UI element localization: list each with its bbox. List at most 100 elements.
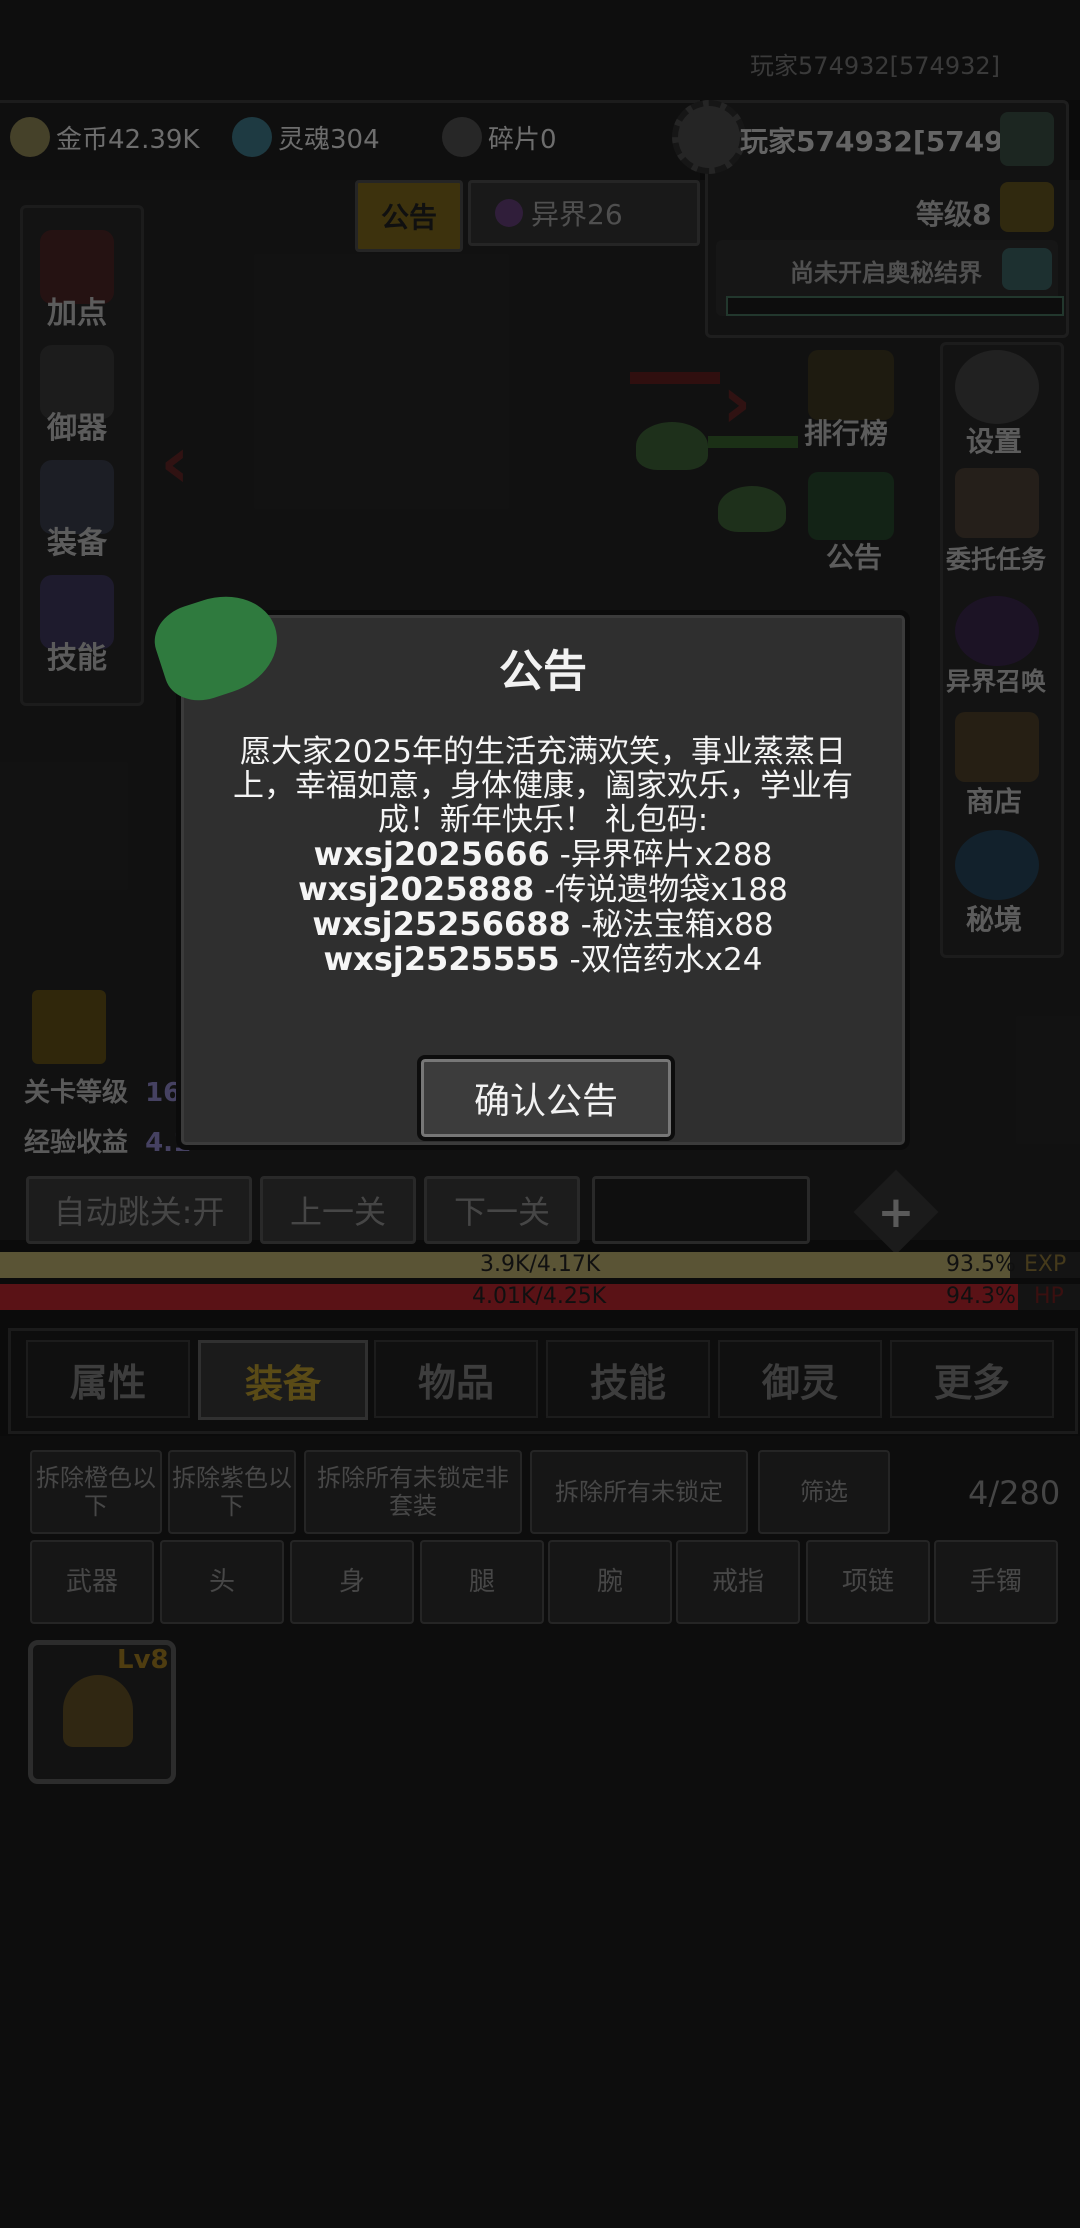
gift-code-row: wxsj2525555 -双倍药水x24 [231,942,855,977]
inventory-capacity: 4/280 [968,1474,1061,1512]
slot-bracelet[interactable]: 手镯 [934,1540,1058,1624]
dialog-message: 愿大家2025年的生活充满欢笑，事业蒸蒸日上，幸福如意，身体健康，阖家欢乐，学业… [233,734,853,838]
stage-level: 关卡等级 16 [24,1072,181,1109]
hp-text: 4.01K/4.25K [472,1284,607,1309]
signal-icon[interactable] [1000,112,1054,166]
realm-status: 尚未开启奥秘结界 [790,259,982,287]
hp-percent: 94.3% [946,1284,1016,1309]
spiral-icon[interactable] [1002,248,1052,290]
top-player-id: 玩家574932[574932] [750,52,1000,80]
helmet-icon [63,1675,133,1747]
slot-wrist[interactable]: 腕 [548,1540,672,1624]
shard-resource: 碎片0 [442,115,557,159]
slime-monster-2 [718,486,786,532]
dismantle-purple-button[interactable]: 拆除紫色以下 [168,1450,296,1534]
exp-bar: 3.9K/4.17K 93.5% EXP [0,1252,1080,1278]
shard-icon [442,117,482,157]
next-arrow-icon[interactable]: › [722,360,752,444]
gift-code: wxsj2025888 [298,870,535,908]
soul-resource: 灵魂304 [232,115,380,159]
confirm-announcement-button[interactable]: 确认公告 [417,1055,675,1141]
menu-skill[interactable]: 技能 [22,575,132,677]
right-menu-settings[interactable]: 设置 [966,420,1022,460]
slot-body[interactable]: 身 [290,1540,414,1624]
crown-icon [1000,182,1054,232]
tab-items[interactable]: 物品 [374,1340,538,1418]
dismantle-orange-button[interactable]: 拆除橙色以下 [30,1450,162,1534]
secret-realm-icon[interactable] [955,830,1039,900]
boss-skill-icon[interactable] [32,990,106,1064]
player-level: 等级8 [916,198,992,231]
ranking-label[interactable]: 排行榜 [804,412,888,452]
tab-otherworld[interactable]: 异界26 [468,180,700,246]
exp-text: 3.9K/4.17K [480,1252,601,1277]
next-stage-button[interactable]: 下一关 [424,1176,580,1244]
dismantle-non-set-button[interactable]: 拆除所有未锁定非套装 [304,1450,522,1534]
megaphone-icon[interactable] [808,472,894,540]
gift-code: wxsj2525555 [323,940,560,978]
gift-reward: -异界碎片x288 [559,837,773,873]
gift-code-row: wxsj25256688 -秘法宝箱x88 [231,907,855,942]
menu-equipment[interactable]: 装备 [22,460,132,562]
filter-button[interactable]: 筛选 [758,1450,890,1534]
tab-spirits[interactable]: 御灵 [718,1340,882,1418]
slot-legs[interactable]: 腿 [420,1540,544,1624]
monster-hp-bar [630,372,720,384]
right-menu-realm[interactable]: 秘境 [966,898,1022,938]
exp-percent: 93.5% [946,1252,1016,1277]
trophy-icon[interactable] [808,350,894,420]
item-level: Lv8 [117,1645,169,1675]
menu-addpoint[interactable]: 加点 [22,230,132,332]
prev-stage-button[interactable]: 上一关 [260,1176,416,1244]
realm-progress-bar [726,296,1064,316]
menu-artifact[interactable]: 御器 [22,345,132,447]
gift-reward: -双倍药水x24 [569,942,763,978]
otherworld-label: 异界26 [531,198,623,231]
quest-scroll-icon[interactable] [955,468,1039,538]
soul-icon [232,117,272,157]
gift-code: wxsj2025666 [313,835,550,873]
soul-label: 灵魂304 [278,124,380,155]
shard-label: 碎片0 [488,124,557,155]
right-menu-summon[interactable]: 异界召唤 [946,662,1046,698]
monster-hp-bar-2 [708,436,798,448]
stage-exp-label: 经验收益 [24,1128,129,1158]
gift-code-row: wxsj2025666 -异界碎片x288 [231,837,855,872]
dialog-body: 愿大家2025年的生活充满欢笑，事业蒸蒸日上，幸福如意，身体健康，阖家欢乐，学业… [231,735,855,977]
tab-attributes[interactable]: 属性 [26,1340,190,1418]
dismantle-unlocked-button[interactable]: 拆除所有未锁定 [530,1450,748,1534]
tab-skills[interactable]: 技能 [546,1340,710,1418]
gift-code-row: wxsj2025888 -传说遗物袋x188 [231,872,855,907]
gold-label: 金币42.39K [56,124,200,155]
gear-icon[interactable] [955,350,1039,424]
slot-weapon[interactable]: 武器 [30,1540,154,1624]
notice-label[interactable]: 公告 [826,536,882,576]
inventory-item[interactable]: Lv8 [28,1640,176,1784]
right-menu-shop[interactable]: 商店 [966,780,1022,820]
prev-arrow-icon[interactable]: ‹ [160,420,190,504]
tab-notice[interactable]: 公告 [355,180,463,252]
slot-ring[interactable]: 戒指 [676,1540,800,1624]
auto-skip-button[interactable]: 自动跳关:开 [26,1176,252,1244]
tab-equipment[interactable]: 装备 [198,1340,368,1420]
slime-monster [636,422,708,470]
summon-portal-icon[interactable] [955,596,1039,666]
gold-resource: 金币42.39K [10,115,199,159]
gift-code: wxsj25256688 [312,905,571,943]
gold-coin-icon [10,117,50,157]
hp-bar: 4.01K/4.25K 94.3% HP [0,1284,1080,1310]
stage-level-label: 关卡等级 [24,1078,129,1108]
tab-more[interactable]: 更多 [890,1340,1054,1418]
exp-label: EXP [1024,1252,1067,1277]
empty-slot-button[interactable] [592,1176,810,1244]
hp-label: HP [1034,1284,1064,1309]
settings-gear-icon[interactable] [672,100,746,174]
dialog-title: 公告 [499,646,587,697]
slot-necklace[interactable]: 项链 [806,1540,930,1624]
shop-bag-icon[interactable] [955,712,1039,782]
slot-head[interactable]: 头 [160,1540,284,1624]
gift-reward: -秘法宝箱x88 [580,907,774,943]
right-menu-commission[interactable]: 委托任务 [946,540,1046,576]
portal-icon [495,199,523,227]
gift-reward: -传说遗物袋x188 [544,872,788,908]
